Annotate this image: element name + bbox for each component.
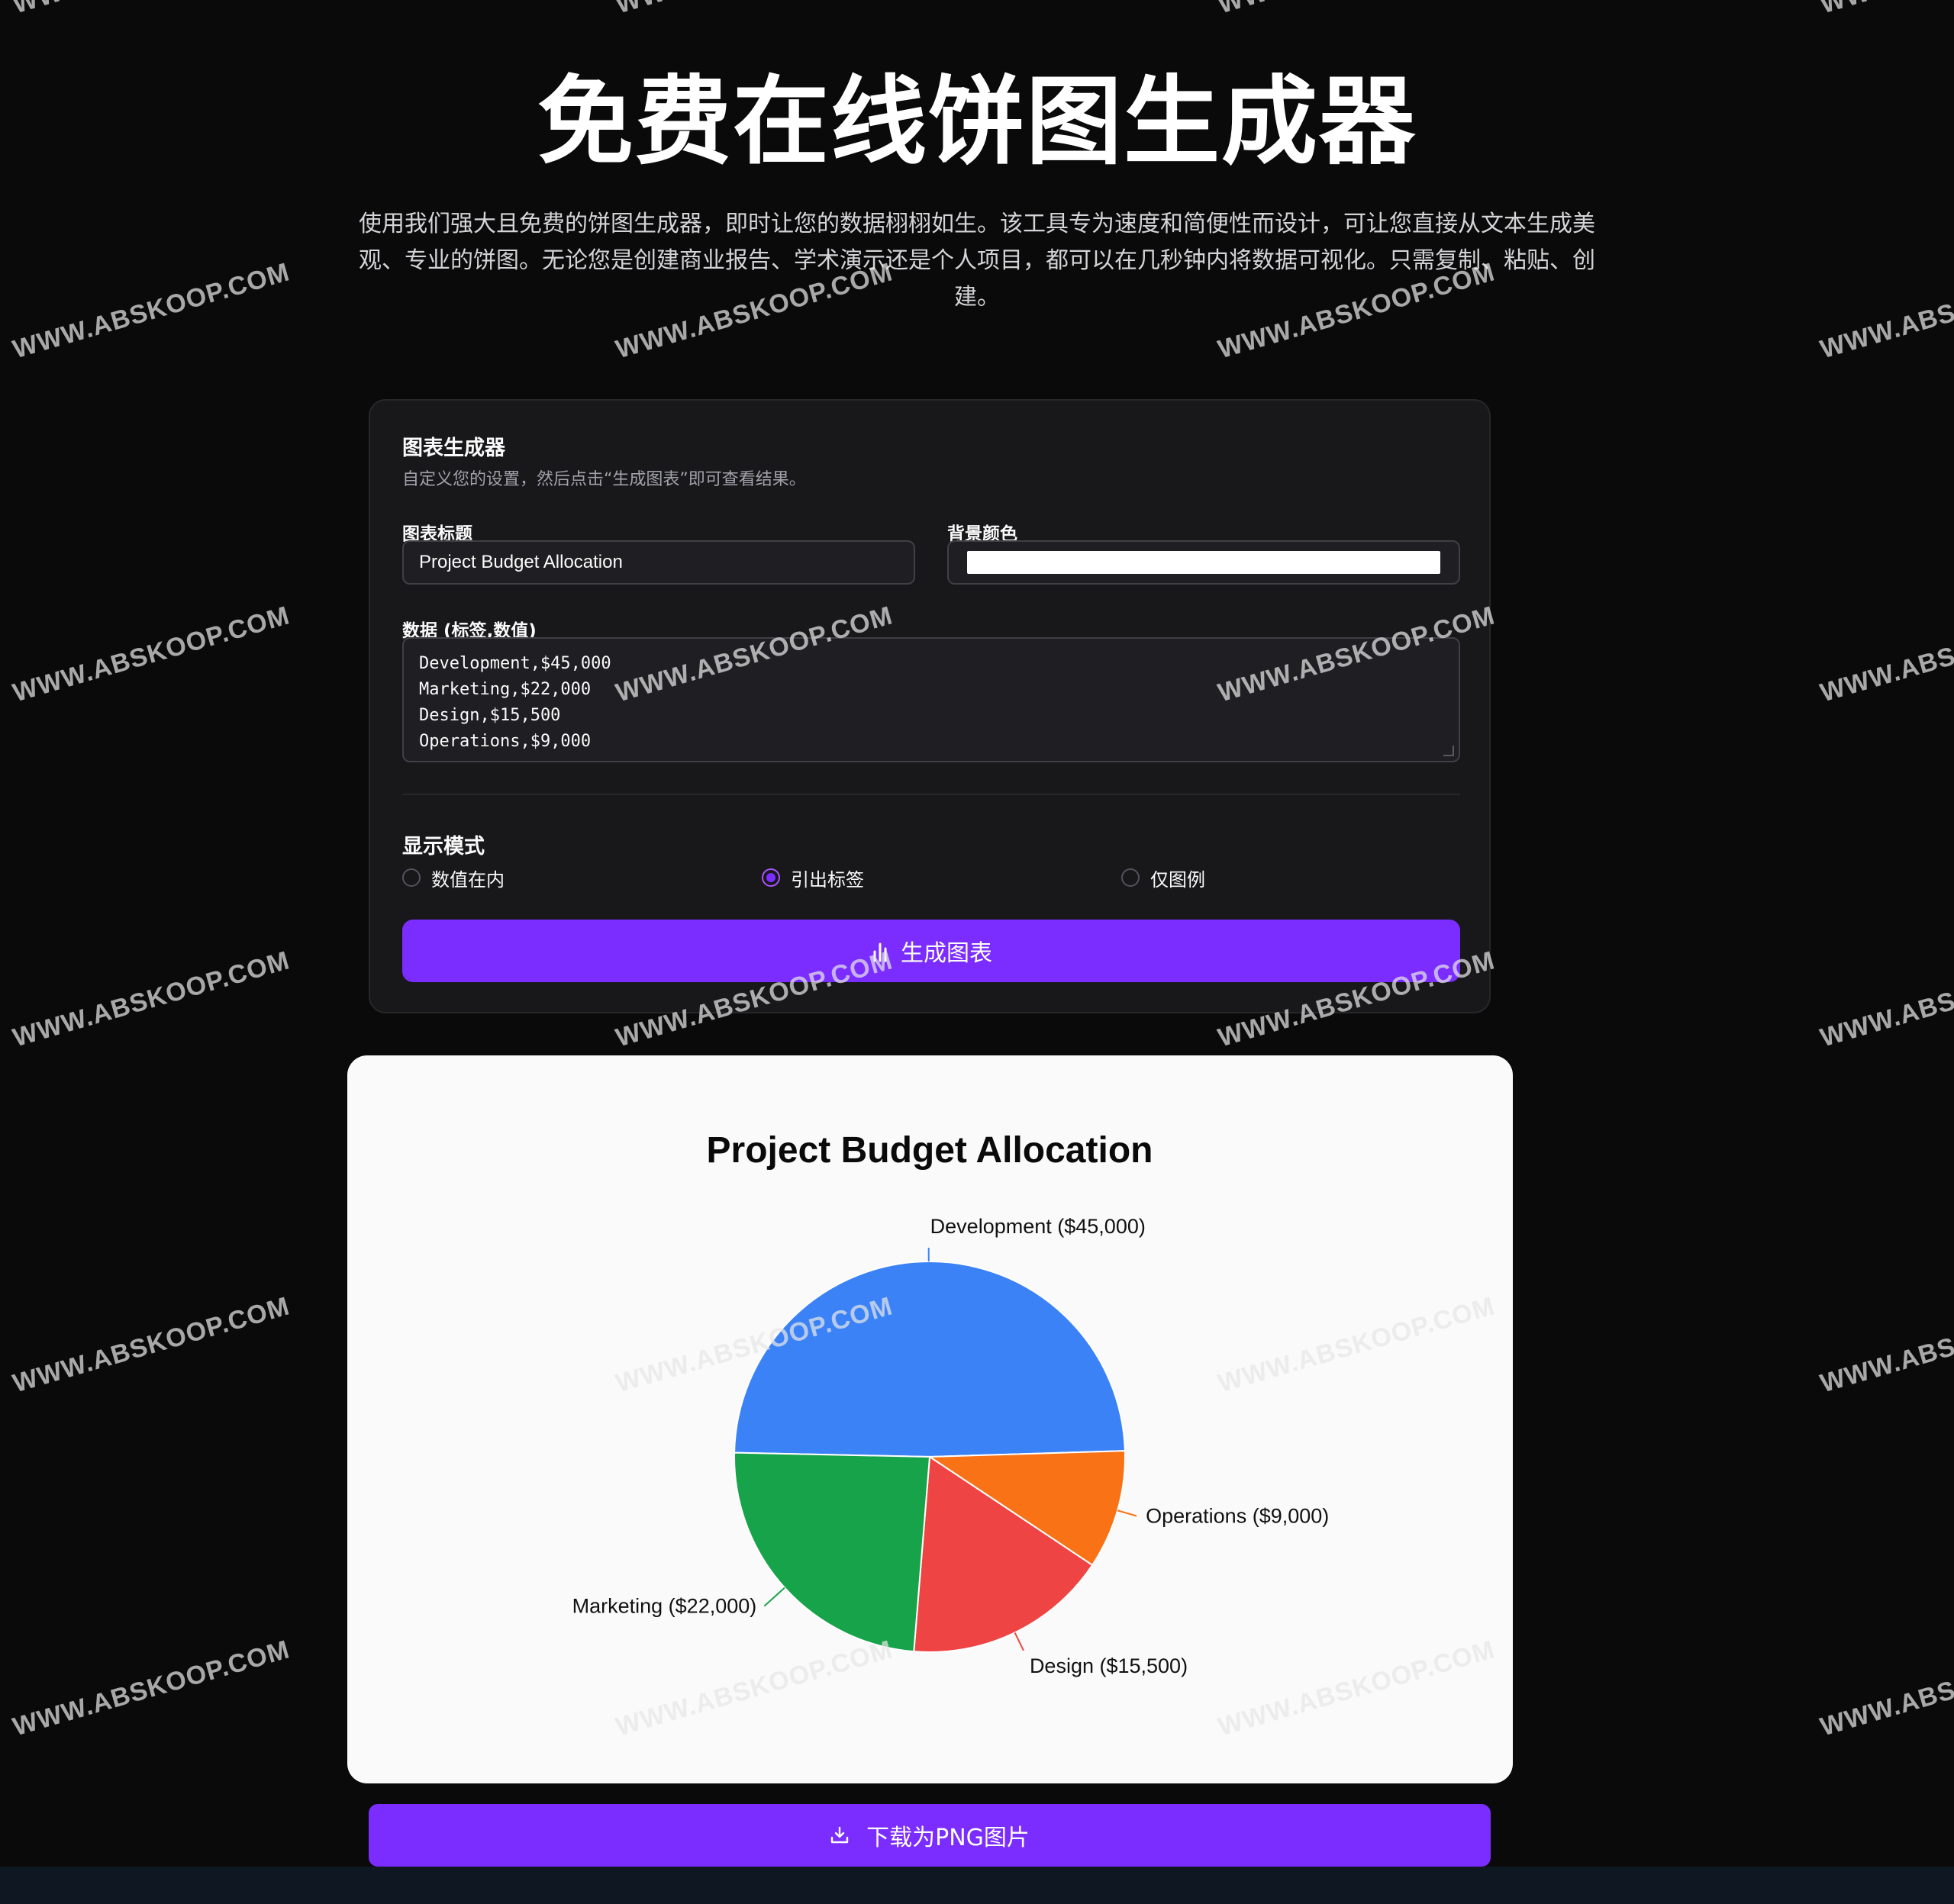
watermark: WWW.ABSKOOP.COM bbox=[9, 1635, 293, 1742]
leader-line bbox=[763, 1587, 785, 1607]
page-title: 免费在线饼图生成器 bbox=[537, 66, 1417, 178]
download-icon bbox=[830, 1826, 849, 1844]
slice-label: Development ($45,000) bbox=[930, 1215, 1146, 1238]
slice-label: Operations ($9,000) bbox=[1146, 1505, 1329, 1528]
radio-circle bbox=[402, 868, 421, 887]
radio-circle-checked bbox=[762, 868, 780, 887]
download-button-label: 下载为PNG图片 bbox=[866, 1825, 1030, 1851]
radio-circle bbox=[1121, 868, 1140, 887]
slice-label: Marketing ($22,000) bbox=[572, 1595, 757, 1618]
data-line: Development,$45,000 bbox=[419, 654, 611, 673]
watermark: WWW.ABSKOOP.COM bbox=[1817, 601, 1954, 708]
watermark: WWW.ABSKOOP.COM bbox=[9, 946, 293, 1053]
radio-mode-callout[interactable]: 引出标签 bbox=[762, 865, 864, 891]
chart-title-input[interactable]: Project Budget Allocation bbox=[402, 540, 915, 585]
watermark: WWW.ABSKOOP.COM bbox=[1817, 0, 1954, 20]
watermark: WWW.ABSKOOP.COM bbox=[9, 1291, 293, 1399]
bg-color-swatch bbox=[967, 551, 1440, 574]
resize-handle[interactable] bbox=[1443, 746, 1454, 756]
data-line: Design,$15,500 bbox=[419, 706, 561, 725]
watermark: WWW.ABSKOOP.COM bbox=[1817, 257, 1954, 365]
leader-line bbox=[1014, 1632, 1024, 1651]
data-textarea[interactable]: Development,$45,000 Marketing,$22,000 De… bbox=[402, 637, 1460, 762]
radio-label: 引出标签 bbox=[791, 868, 864, 891]
watermark: WWW.ABSKOOP.COM bbox=[1215, 0, 1498, 20]
watermark: WWW.ABSKOOP.COM bbox=[613, 0, 896, 20]
watermark: WWW.ABSKOOP.COM bbox=[10, 0, 293, 20]
chart-preview: Project Budget Allocation Development ($… bbox=[347, 1055, 1513, 1783]
download-png-button[interactable]: 下载为PNG图片 bbox=[369, 1804, 1491, 1867]
radio-label: 仅图例 bbox=[1150, 868, 1205, 891]
generate-chart-button[interactable]: 生成图表 bbox=[402, 920, 1460, 982]
page: 免费在线饼图生成器 使用我们强大且免费的饼图生成器，即时让您的数据栩栩如生。该工… bbox=[0, 0, 1954, 1904]
data-line: Operations,$9,000 bbox=[419, 732, 592, 751]
page-description: 使用我们强大且免费的饼图生成器，即时让您的数据栩栩如生。该工具专为速度和简便性而… bbox=[359, 211, 1595, 311]
pie-slice-development bbox=[734, 1261, 1126, 1458]
watermark: WWW.ABSKOOP.COM bbox=[1817, 1291, 1954, 1399]
radio-label: 数值在内 bbox=[431, 868, 505, 891]
card-title: 图表生成器 bbox=[402, 437, 505, 460]
chart-icon bbox=[873, 942, 887, 962]
pie-slice-marketing bbox=[734, 1451, 931, 1653]
slice-label: Design ($15,500) bbox=[1030, 1654, 1188, 1677]
leader-line bbox=[1117, 1509, 1137, 1517]
chart-generator-card: 图表生成器 自定义您的设置，然后点击“生成图表”即可查看结果。 图表标题 Pro… bbox=[369, 399, 1491, 1013]
bg-color-picker[interactable] bbox=[947, 540, 1460, 585]
display-mode-label: 显示模式 bbox=[402, 835, 485, 859]
chart-title: Project Budget Allocation bbox=[707, 1130, 1153, 1171]
radio-mode-legend[interactable]: 仅图例 bbox=[1121, 865, 1205, 891]
divider bbox=[402, 794, 1460, 795]
watermark: WWW.ABSKOOP.COM bbox=[9, 257, 293, 365]
watermark: WWW.ABSKOOP.COM bbox=[1817, 1635, 1954, 1742]
watermark: WWW.ABSKOOP.COM bbox=[1817, 946, 1954, 1053]
radio-mode-inside[interactable]: 数值在内 bbox=[402, 865, 505, 891]
watermark: WWW.ABSKOOP.COM bbox=[9, 601, 293, 708]
pie-chart: Project Budget Allocation Development ($… bbox=[572, 1130, 1330, 1677]
card-subtitle: 自定义您的设置，然后点击“生成图表”即可查看结果。 bbox=[402, 470, 806, 489]
generate-button-label: 生成图表 bbox=[901, 940, 992, 967]
data-line: Marketing,$22,000 bbox=[419, 680, 592, 699]
footer-strip bbox=[0, 1867, 1954, 1904]
